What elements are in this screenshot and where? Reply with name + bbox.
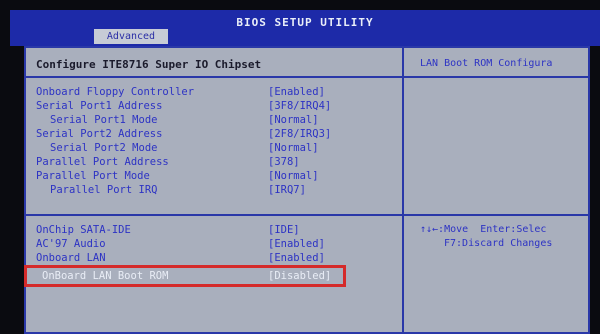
setting-label: Serial Port1 Mode — [50, 114, 158, 126]
setting-value: [Normal] — [268, 114, 319, 126]
setting-label: Serial Port2 Address — [36, 128, 163, 140]
setting-label: Onboard LAN — [36, 252, 106, 264]
section-divider — [26, 214, 402, 216]
bios-header: BIOS SETUP UTILITY Advanced — [10, 10, 600, 46]
setting-onboard-lan[interactable]: Onboard LAN [Enabled] — [26, 252, 402, 266]
help-title: LAN Boot ROM Configura — [420, 58, 553, 69]
help-panel: LAN Boot ROM Configura ↑↓←:Move Enter:Se… — [404, 46, 590, 334]
setting-label: AC'97 Audio — [36, 238, 106, 250]
setting-parallel-port-address[interactable]: Parallel Port Address [378] — [26, 156, 402, 170]
setting-label: OnChip SATA-IDE — [36, 224, 131, 236]
help-divider-lower — [404, 214, 588, 216]
tab-advanced[interactable]: Advanced — [94, 29, 168, 44]
settings-panel: Configure ITE8716 Super IO Chipset Onboa… — [24, 46, 404, 334]
setting-label: Parallel Port Address — [36, 156, 169, 168]
setting-value: [3F8/IRQ4] — [268, 100, 332, 112]
setting-value: [2F8/IRQ3] — [268, 128, 332, 140]
help-key-move: ↑↓←:Move Enter:Selec — [420, 224, 547, 235]
setting-value: [Enabled] — [268, 86, 325, 98]
setting-label: Serial Port2 Mode — [50, 142, 158, 154]
setting-value: [Normal] — [268, 142, 319, 154]
setting-onchip-sata-ide[interactable]: OnChip SATA-IDE [IDE] — [26, 224, 402, 238]
help-divider — [404, 76, 588, 78]
setting-serial-port2-mode[interactable]: Serial Port2 Mode [Normal] — [26, 142, 402, 156]
panel-title: Configure ITE8716 Super IO Chipset — [36, 58, 262, 71]
setting-value: [IDE] — [268, 224, 300, 236]
setting-parallel-port-mode[interactable]: Parallel Port Mode [Normal] — [26, 170, 402, 184]
panel-divider — [26, 76, 402, 78]
setting-label: Parallel Port IRQ — [50, 184, 158, 196]
setting-parallel-port-irq[interactable]: Parallel Port IRQ [IRQ7] — [26, 184, 402, 198]
setting-label: Onboard Floppy Controller — [36, 86, 195, 98]
main-area: Configure ITE8716 Super IO Chipset Onboa… — [24, 46, 590, 334]
setting-value: [Enabled] — [268, 238, 325, 250]
setting-ac97-audio[interactable]: AC'97 Audio [Enabled] — [26, 238, 402, 252]
setting-value: [Normal] — [268, 170, 319, 182]
setting-label: Serial Port1 Address — [36, 100, 163, 112]
setting-serial-port1-mode[interactable]: Serial Port1 Mode [Normal] — [26, 114, 402, 128]
help-key-discard: F7:Discard Changes — [444, 238, 553, 249]
highlight-box — [24, 265, 346, 287]
setting-serial-port2-address[interactable]: Serial Port2 Address [2F8/IRQ3] — [26, 128, 402, 142]
setting-value: [Enabled] — [268, 252, 325, 264]
bios-screen: BIOS SETUP UTILITY Advanced Configure IT… — [0, 0, 600, 334]
setting-floppy-controller[interactable]: Onboard Floppy Controller [Enabled] — [26, 86, 402, 100]
setting-serial-port1-address[interactable]: Serial Port1 Address [3F8/IRQ4] — [26, 100, 402, 114]
setting-label: Parallel Port Mode — [36, 170, 150, 182]
bios-title: BIOS SETUP UTILITY — [236, 16, 374, 29]
setting-value: [378] — [268, 156, 300, 168]
setting-value: [IRQ7] — [268, 184, 306, 196]
